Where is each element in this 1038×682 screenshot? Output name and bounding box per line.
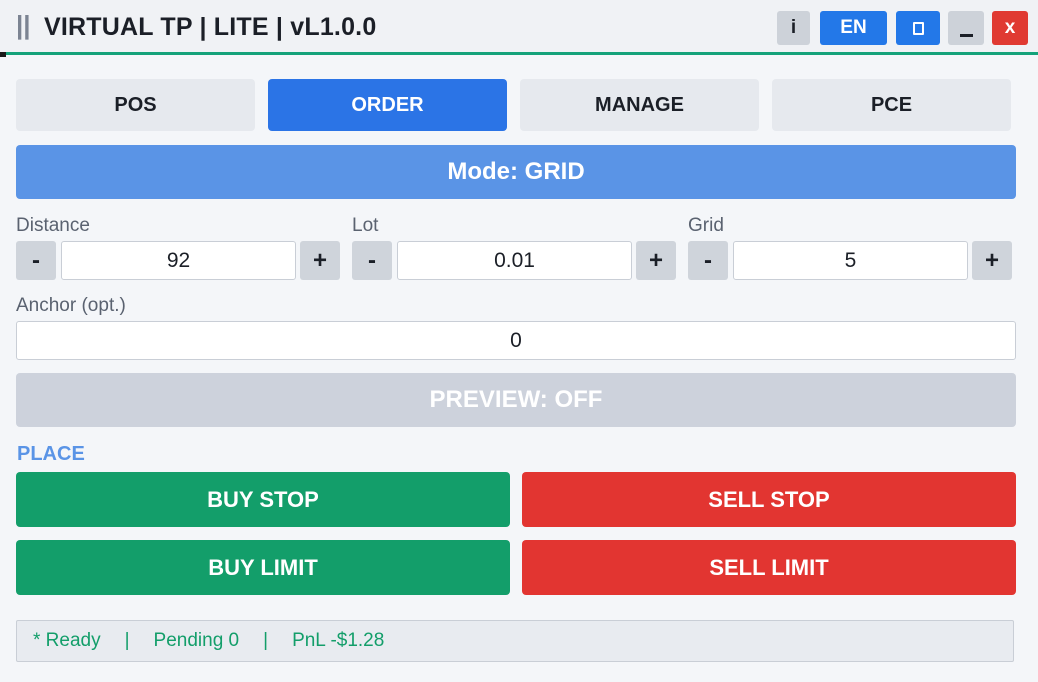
distance-label: Distance [16,215,90,236]
status-bar: * Ready | Pending 0 | PnL -$1.28 [16,620,1014,662]
grid-increment-button[interactable]: + [972,241,1012,280]
tab-order[interactable]: ORDER [268,79,507,131]
status-separator: | [263,630,269,651]
tab-pos[interactable]: POS [16,79,255,131]
minimize-icon [959,33,973,37]
close-button[interactable]: x [992,11,1028,45]
status-separator: | [124,630,130,651]
sell-limit-button[interactable]: SELL LIMIT [522,540,1016,595]
status-pnl: PnL -$1.28 [292,630,385,651]
grid-label: Grid [688,215,724,236]
tab-pce[interactable]: PCE [772,79,1011,131]
buy-stop-button[interactable]: BUY STOP [16,472,510,527]
status-ready: * Ready [33,630,101,651]
place-heading: PLACE [17,443,85,465]
buy-limit-button[interactable]: BUY LIMIT [16,540,510,595]
maximize-button[interactable] [896,11,940,45]
mode-button[interactable]: Mode: GRID [16,145,1016,199]
maximize-icon [912,21,924,35]
lot-input[interactable]: 0.01 [397,241,632,280]
lot-label: Lot [352,215,379,236]
drag-grip[interactable]: || [16,10,31,41]
tab-manage[interactable]: MANAGE [520,79,759,131]
title-bar[interactable]: || VIRTUAL TP | LITE | vL1.0.0 i EN x [0,0,1038,57]
lot-decrement-button[interactable]: - [352,241,392,280]
info-button[interactable]: i [777,11,810,45]
distance-increment-button[interactable]: + [300,241,340,280]
sell-stop-button[interactable]: SELL STOP [522,472,1016,527]
language-button[interactable]: EN [820,11,887,45]
window-title: VIRTUAL TP | LITE | vL1.0.0 [44,13,377,41]
status-pending: Pending 0 [153,630,240,651]
minimize-button[interactable] [948,11,984,45]
grid-input[interactable]: 5 [733,241,968,280]
anchor-input[interactable]: 0 [16,321,1016,360]
title-bar-corner-mark [0,52,6,57]
preview-toggle-button[interactable]: PREVIEW: OFF [16,373,1016,427]
anchor-label: Anchor (opt.) [16,295,126,316]
lot-increment-button[interactable]: + [636,241,676,280]
distance-input[interactable]: 92 [61,241,296,280]
grid-decrement-button[interactable]: - [688,241,728,280]
distance-decrement-button[interactable]: - [16,241,56,280]
